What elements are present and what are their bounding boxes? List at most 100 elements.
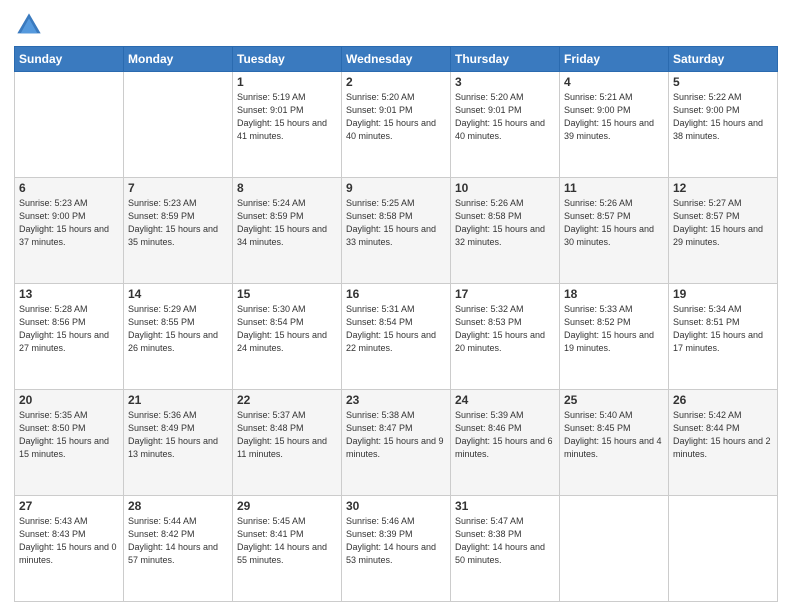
calendar-cell: 13 Sunrise: 5:28 AM Sunset: 8:56 PM Dayli… [15, 284, 124, 390]
calendar-header-thursday: Thursday [451, 47, 560, 72]
day-info: Sunrise: 5:21 AM Sunset: 9:00 PM Dayligh… [564, 91, 664, 143]
day-number: 26 [673, 393, 773, 407]
calendar-cell: 16 Sunrise: 5:31 AM Sunset: 8:54 PM Dayli… [342, 284, 451, 390]
day-number: 11 [564, 181, 664, 195]
calendar-cell: 24Sunrise: 5:39 AM Sunset: 8:46 PM Dayli… [451, 390, 560, 496]
logo [14, 10, 48, 40]
day-info: Sunrise: 5:31 AM Sunset: 8:54 PM Dayligh… [346, 303, 446, 355]
day-number: 28 [128, 499, 228, 513]
day-info: Sunrise: 5:34 AM Sunset: 8:51 PM Dayligh… [673, 303, 773, 355]
day-number: 30 [346, 499, 446, 513]
calendar-cell: 7 Sunrise: 5:23 AM Sunset: 8:59 PM Daylig… [124, 178, 233, 284]
calendar-cell [15, 72, 124, 178]
calendar-cell: 15 Sunrise: 5:30 AM Sunset: 8:54 PM Dayli… [233, 284, 342, 390]
calendar-cell: 31Sunrise: 5:47 AM Sunset: 8:38 PM Dayli… [451, 496, 560, 602]
calendar-header-row: SundayMondayTuesdayWednesdayThursdayFrid… [15, 47, 778, 72]
day-number: 22 [237, 393, 337, 407]
day-info: Sunrise: 5:27 AM Sunset: 8:57 PM Dayligh… [673, 197, 773, 249]
day-info: Sunrise: 5:38 AM Sunset: 8:47 PM Dayligh… [346, 409, 446, 461]
calendar-cell: 14 Sunrise: 5:29 AM Sunset: 8:55 PM Dayli… [124, 284, 233, 390]
calendar-week-1: 1Sunrise: 5:19 AM Sunset: 9:01 PM Daylig… [15, 72, 778, 178]
calendar-cell: 9 Sunrise: 5:25 AM Sunset: 8:58 PM Daylig… [342, 178, 451, 284]
day-number: 9 [346, 181, 446, 195]
day-info: Sunrise: 5:30 AM Sunset: 8:54 PM Dayligh… [237, 303, 337, 355]
calendar-cell: 26 Sunrise: 5:42 AM Sunset: 8:44 PM Dayli… [669, 390, 778, 496]
day-info: Sunrise: 5:36 AM Sunset: 8:49 PM Dayligh… [128, 409, 228, 461]
day-number: 18 [564, 287, 664, 301]
day-info: Sunrise: 5:37 AM Sunset: 8:48 PM Dayligh… [237, 409, 337, 461]
calendar-cell: 23 Sunrise: 5:38 AM Sunset: 8:47 PM Dayli… [342, 390, 451, 496]
day-info: Sunrise: 5:23 AM Sunset: 8:59 PM Dayligh… [128, 197, 228, 249]
day-info: Sunrise: 5:35 AM Sunset: 8:50 PM Dayligh… [19, 409, 119, 461]
calendar-week-3: 13 Sunrise: 5:28 AM Sunset: 8:56 PM Dayli… [15, 284, 778, 390]
day-info: Sunrise: 5:22 AM Sunset: 9:00 PM Dayligh… [673, 91, 773, 143]
day-info: Sunrise: 5:39 AM Sunset: 8:46 PM Dayligh… [455, 409, 555, 461]
day-info: Sunrise: 5:23 AM Sunset: 9:00 PM Dayligh… [19, 197, 119, 249]
calendar-cell [669, 496, 778, 602]
day-info: Sunrise: 5:28 AM Sunset: 8:56 PM Dayligh… [19, 303, 119, 355]
calendar-cell: 18Sunrise: 5:33 AM Sunset: 8:52 PM Dayli… [560, 284, 669, 390]
day-number: 2 [346, 75, 446, 89]
calendar-cell: 28 Sunrise: 5:44 AM Sunset: 8:42 PM Dayli… [124, 496, 233, 602]
calendar-cell: 19 Sunrise: 5:34 AM Sunset: 8:51 PM Dayli… [669, 284, 778, 390]
calendar-cell: 6 Sunrise: 5:23 AM Sunset: 9:00 PM Daylig… [15, 178, 124, 284]
header [14, 10, 778, 40]
calendar-week-2: 6 Sunrise: 5:23 AM Sunset: 9:00 PM Daylig… [15, 178, 778, 284]
calendar-cell: 21Sunrise: 5:36 AM Sunset: 8:49 PM Dayli… [124, 390, 233, 496]
day-number: 23 [346, 393, 446, 407]
calendar-cell: 12Sunrise: 5:27 AM Sunset: 8:57 PM Dayli… [669, 178, 778, 284]
calendar-cell: 1Sunrise: 5:19 AM Sunset: 9:01 PM Daylig… [233, 72, 342, 178]
calendar-week-4: 20Sunrise: 5:35 AM Sunset: 8:50 PM Dayli… [15, 390, 778, 496]
calendar-cell: 11Sunrise: 5:26 AM Sunset: 8:57 PM Dayli… [560, 178, 669, 284]
calendar-header-saturday: Saturday [669, 47, 778, 72]
day-number: 3 [455, 75, 555, 89]
day-number: 25 [564, 393, 664, 407]
calendar-cell: 22 Sunrise: 5:37 AM Sunset: 8:48 PM Dayli… [233, 390, 342, 496]
day-number: 5 [673, 75, 773, 89]
logo-icon [14, 10, 44, 40]
day-info: Sunrise: 5:25 AM Sunset: 8:58 PM Dayligh… [346, 197, 446, 249]
day-number: 4 [564, 75, 664, 89]
calendar-cell: 20Sunrise: 5:35 AM Sunset: 8:50 PM Dayli… [15, 390, 124, 496]
day-number: 19 [673, 287, 773, 301]
day-info: Sunrise: 5:19 AM Sunset: 9:01 PM Dayligh… [237, 91, 337, 143]
day-number: 29 [237, 499, 337, 513]
calendar-header-wednesday: Wednesday [342, 47, 451, 72]
day-info: Sunrise: 5:45 AM Sunset: 8:41 PM Dayligh… [237, 515, 337, 567]
page: SundayMondayTuesdayWednesdayThursdayFrid… [0, 0, 792, 612]
calendar-cell [560, 496, 669, 602]
day-info: Sunrise: 5:40 AM Sunset: 8:45 PM Dayligh… [564, 409, 664, 461]
day-number: 7 [128, 181, 228, 195]
day-info: Sunrise: 5:46 AM Sunset: 8:39 PM Dayligh… [346, 515, 446, 567]
calendar-cell [124, 72, 233, 178]
day-number: 17 [455, 287, 555, 301]
day-number: 15 [237, 287, 337, 301]
calendar-cell: 27Sunrise: 5:43 AM Sunset: 8:43 PM Dayli… [15, 496, 124, 602]
day-info: Sunrise: 5:44 AM Sunset: 8:42 PM Dayligh… [128, 515, 228, 567]
day-info: Sunrise: 5:47 AM Sunset: 8:38 PM Dayligh… [455, 515, 555, 567]
calendar-cell: 25 Sunrise: 5:40 AM Sunset: 8:45 PM Dayli… [560, 390, 669, 496]
day-number: 6 [19, 181, 119, 195]
calendar-header-tuesday: Tuesday [233, 47, 342, 72]
day-info: Sunrise: 5:26 AM Sunset: 8:58 PM Dayligh… [455, 197, 555, 249]
day-info: Sunrise: 5:20 AM Sunset: 9:01 PM Dayligh… [455, 91, 555, 143]
day-number: 16 [346, 287, 446, 301]
calendar-cell: 5 Sunrise: 5:22 AM Sunset: 9:00 PM Daylig… [669, 72, 778, 178]
calendar-header-monday: Monday [124, 47, 233, 72]
day-number: 8 [237, 181, 337, 195]
calendar-header-friday: Friday [560, 47, 669, 72]
calendar-cell: 4 Sunrise: 5:21 AM Sunset: 9:00 PM Daylig… [560, 72, 669, 178]
day-info: Sunrise: 5:29 AM Sunset: 8:55 PM Dayligh… [128, 303, 228, 355]
calendar-cell: 10 Sunrise: 5:26 AM Sunset: 8:58 PM Dayli… [451, 178, 560, 284]
day-number: 14 [128, 287, 228, 301]
calendar-cell: 3 Sunrise: 5:20 AM Sunset: 9:01 PM Daylig… [451, 72, 560, 178]
day-info: Sunrise: 5:42 AM Sunset: 8:44 PM Dayligh… [673, 409, 773, 461]
calendar-header-sunday: Sunday [15, 47, 124, 72]
calendar-table: SundayMondayTuesdayWednesdayThursdayFrid… [14, 46, 778, 602]
day-info: Sunrise: 5:32 AM Sunset: 8:53 PM Dayligh… [455, 303, 555, 355]
day-number: 13 [19, 287, 119, 301]
day-info: Sunrise: 5:43 AM Sunset: 8:43 PM Dayligh… [19, 515, 119, 567]
day-number: 10 [455, 181, 555, 195]
calendar-cell: 17 Sunrise: 5:32 AM Sunset: 8:53 PM Dayli… [451, 284, 560, 390]
calendar-cell: 30 Sunrise: 5:46 AM Sunset: 8:39 PM Dayli… [342, 496, 451, 602]
